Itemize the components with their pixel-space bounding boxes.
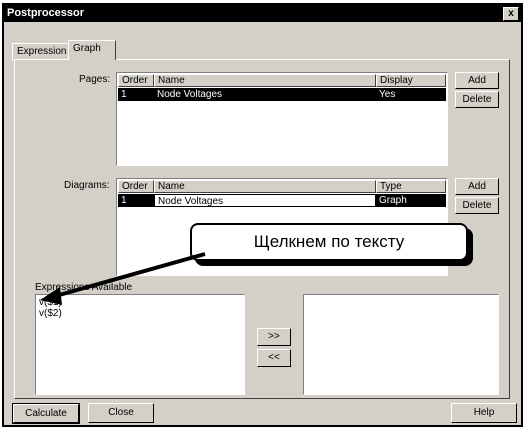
postprocessor-window: Postprocessor x Expression Graph Pages: … xyxy=(2,3,523,427)
diagrams-label: Diagrams: xyxy=(64,180,110,191)
pages-add-button[interactable]: Add xyxy=(455,72,499,89)
diagrams-row-order: 1 xyxy=(118,194,154,207)
diagrams-delete-button[interactable]: Delete xyxy=(455,197,499,214)
diagrams-add-button[interactable]: Add xyxy=(455,178,499,195)
close-label: Close xyxy=(108,407,134,418)
pages-row-name: Node Voltages xyxy=(154,88,376,101)
help-label: Help xyxy=(473,407,495,418)
pages-delete-button[interactable]: Delete xyxy=(455,91,499,108)
diagrams-col-order[interactable]: Order xyxy=(118,180,154,193)
pages-list[interactable]: Order Name Display 1 Node Voltages Yes xyxy=(116,72,448,166)
expression-item-2[interactable]: v($2) xyxy=(39,308,62,319)
tab-graph-label: Graph xyxy=(73,43,101,54)
pages-label: Pages: xyxy=(79,74,111,85)
expression-item-1[interactable]: v($1) xyxy=(39,297,62,308)
annotation-callout: Щелкнем по тексту xyxy=(190,223,468,261)
title-bar[interactable]: Postprocessor x xyxy=(4,5,521,22)
diagrams-col-name[interactable]: Name xyxy=(154,180,376,193)
tab-expression-label: Expression xyxy=(17,46,67,57)
diagrams-col-type[interactable]: Type xyxy=(376,180,446,193)
calculate-button[interactable]: Calculate xyxy=(13,404,79,423)
calculate-label: Calculate xyxy=(25,408,67,419)
diagrams-row-type: Graph xyxy=(376,194,446,207)
pages-col-name[interactable]: Name xyxy=(154,74,376,87)
move-right-button[interactable]: >> xyxy=(257,328,291,346)
close-button[interactable]: Close xyxy=(88,403,154,423)
selected-expressions-list[interactable] xyxy=(303,294,499,395)
pages-col-display[interactable]: Display xyxy=(376,74,446,87)
expressions-label: Expressions Available xyxy=(35,282,133,293)
tab-graph[interactable]: Graph xyxy=(68,40,116,60)
calculate-button-frame: Calculate xyxy=(12,403,80,424)
pages-row-display: Yes xyxy=(376,88,446,101)
annotation-text: Щелкнем по тексту xyxy=(253,232,405,251)
window-title: Postprocessor xyxy=(7,7,85,19)
diagrams-row-name: Node Voltages xyxy=(154,194,376,207)
expressions-list[interactable]: v($1) v($2) xyxy=(35,294,245,395)
move-left-button[interactable]: << xyxy=(257,349,291,367)
help-button[interactable]: Help xyxy=(451,403,517,423)
pages-col-order[interactable]: Order xyxy=(118,74,154,87)
pages-row-order: 1 xyxy=(118,88,154,101)
close-window-button[interactable]: x xyxy=(503,7,519,21)
